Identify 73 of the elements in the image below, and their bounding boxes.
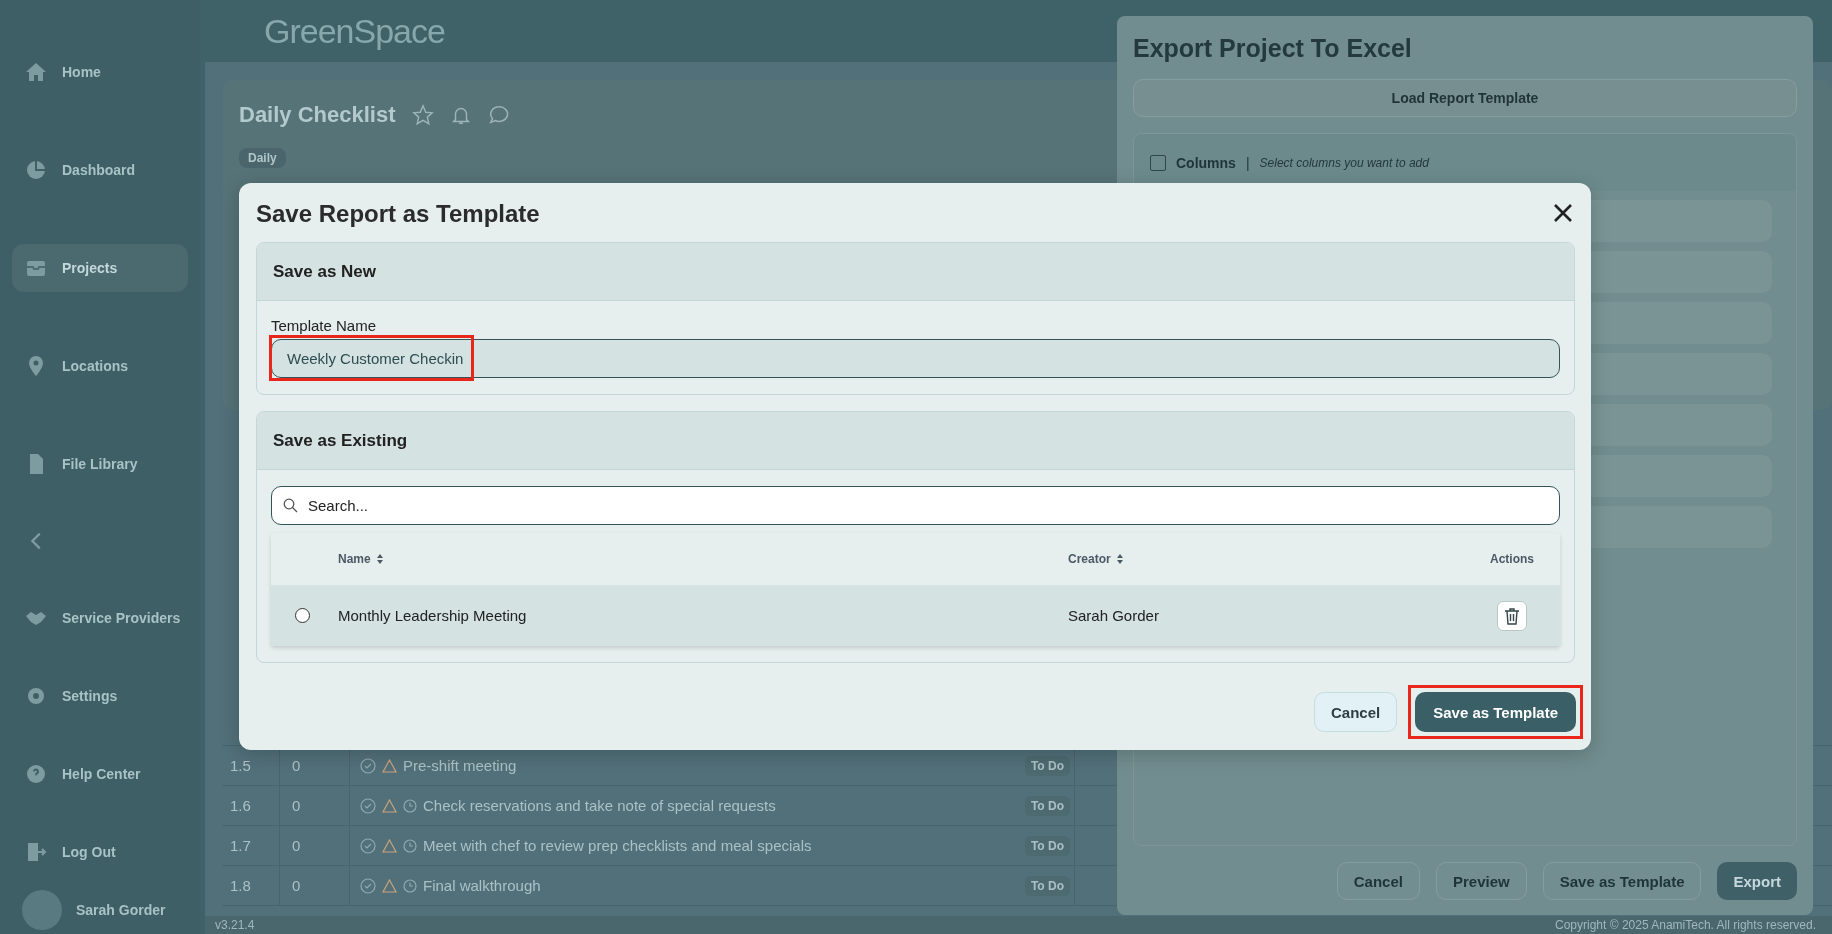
- sidebar-item[interactable]: Locations: [12, 342, 188, 390]
- row-number: 1.6: [222, 786, 280, 825]
- status-badge[interactable]: To Do: [1024, 795, 1070, 816]
- logo[interactable]: GreenSpace: [264, 11, 445, 51]
- status-badge[interactable]: To Do: [1024, 875, 1070, 896]
- task-name[interactable]: Meet with chef to review prep checklists and meal specials: [423, 837, 812, 854]
- check-circle-icon[interactable]: [360, 797, 376, 814]
- warning-icon: [382, 878, 397, 893]
- pie-chart-icon: [24, 158, 48, 182]
- panel-title: Export Project To Excel: [1133, 34, 1413, 63]
- panel-button[interactable]: Preview: [1435, 862, 1527, 900]
- avatar: [22, 890, 62, 930]
- help-icon: [24, 762, 48, 786]
- panel-button[interactable]: Cancel: [1336, 862, 1420, 900]
- trash-icon: [1504, 606, 1520, 625]
- save-template-button[interactable]: Save as Template: [1415, 692, 1576, 732]
- status-badge[interactable]: To Do: [1024, 835, 1070, 856]
- row-number: 1.8: [222, 866, 280, 905]
- sidebar-item[interactable]: Help Center: [12, 750, 188, 798]
- sort-icon[interactable]: [1116, 554, 1123, 564]
- columns-hint: Select columns you want to add: [1259, 155, 1429, 170]
- separator: |: [1245, 154, 1250, 171]
- columns-label: Columns: [1176, 154, 1236, 171]
- row-number: 1.7: [222, 826, 280, 865]
- section-header: Save as New: [257, 243, 1574, 301]
- sidebar-item[interactable]: Settings: [12, 672, 188, 720]
- check-circle-icon[interactable]: [360, 837, 376, 854]
- task-name[interactable]: Pre-shift meeting: [403, 757, 517, 774]
- sidebar-item[interactable]: Service Providers: [12, 594, 188, 642]
- panel-button[interactable]: Save as Template: [1542, 862, 1702, 900]
- template-name: Monthly Leadership Meeting: [338, 607, 527, 624]
- home-icon: [24, 60, 48, 84]
- sidebar-item[interactable]: Log Out: [12, 828, 188, 876]
- page-title: Daily Checklist: [239, 102, 396, 128]
- creator-name: Sarah Gorder: [1068, 607, 1159, 624]
- load-template-button[interactable]: Load Report Template: [1133, 79, 1797, 117]
- warning-icon: [382, 838, 397, 853]
- export-button[interactable]: Export: [1717, 862, 1797, 900]
- task-name[interactable]: Final walkthrough: [423, 877, 541, 894]
- star-icon[interactable]: [411, 104, 434, 126]
- column-header[interactable]: Creator: [1068, 552, 1111, 566]
- chat-icon[interactable]: [487, 104, 510, 126]
- copyright-text: Copyright © 2025 AnamiTech. All rights reserved.: [1555, 918, 1816, 932]
- warning-icon: [382, 758, 397, 773]
- section-header: Save as Existing: [257, 412, 1574, 470]
- close-icon: [1552, 202, 1574, 224]
- cancel-button[interactable]: Cancel: [1314, 692, 1398, 732]
- sidebar-item[interactable]: File Library: [12, 440, 188, 488]
- radio-button[interactable]: [295, 608, 310, 623]
- sort-icon[interactable]: [376, 554, 383, 564]
- check-circle-icon[interactable]: [360, 877, 376, 894]
- count-cell: 0: [280, 786, 350, 825]
- version-label: v3.21.4: [215, 918, 255, 932]
- dialog-title: Save Report as Template: [256, 200, 540, 228]
- sidebar-item[interactable]: Home: [12, 48, 188, 96]
- user-name: Sarah Gorder: [76, 902, 166, 918]
- sidebar-item[interactable]: Projects: [12, 244, 188, 292]
- field-label: Template Name: [271, 317, 377, 334]
- status-badge[interactable]: To Do: [1024, 755, 1070, 776]
- warning-icon: [382, 798, 397, 813]
- tag: Daily: [239, 148, 286, 168]
- task-name[interactable]: Check reservations and take note of special requests: [423, 797, 776, 814]
- count-cell: 0: [280, 826, 350, 865]
- count-cell: 0: [280, 866, 350, 905]
- template-name-field[interactable]: Weekly Customer Checkin: [271, 339, 1560, 378]
- column-header: Actions: [1490, 552, 1534, 566]
- checkbox[interactable]: [1150, 154, 1166, 171]
- sidebar-item[interactable]: Dashboard: [12, 146, 188, 194]
- column-header[interactable]: Name: [338, 552, 371, 566]
- delete-button[interactable]: [1497, 600, 1527, 631]
- check-circle-icon[interactable]: [360, 757, 376, 774]
- search-field[interactable]: Search...: [271, 486, 1560, 525]
- search-icon: [283, 498, 298, 513]
